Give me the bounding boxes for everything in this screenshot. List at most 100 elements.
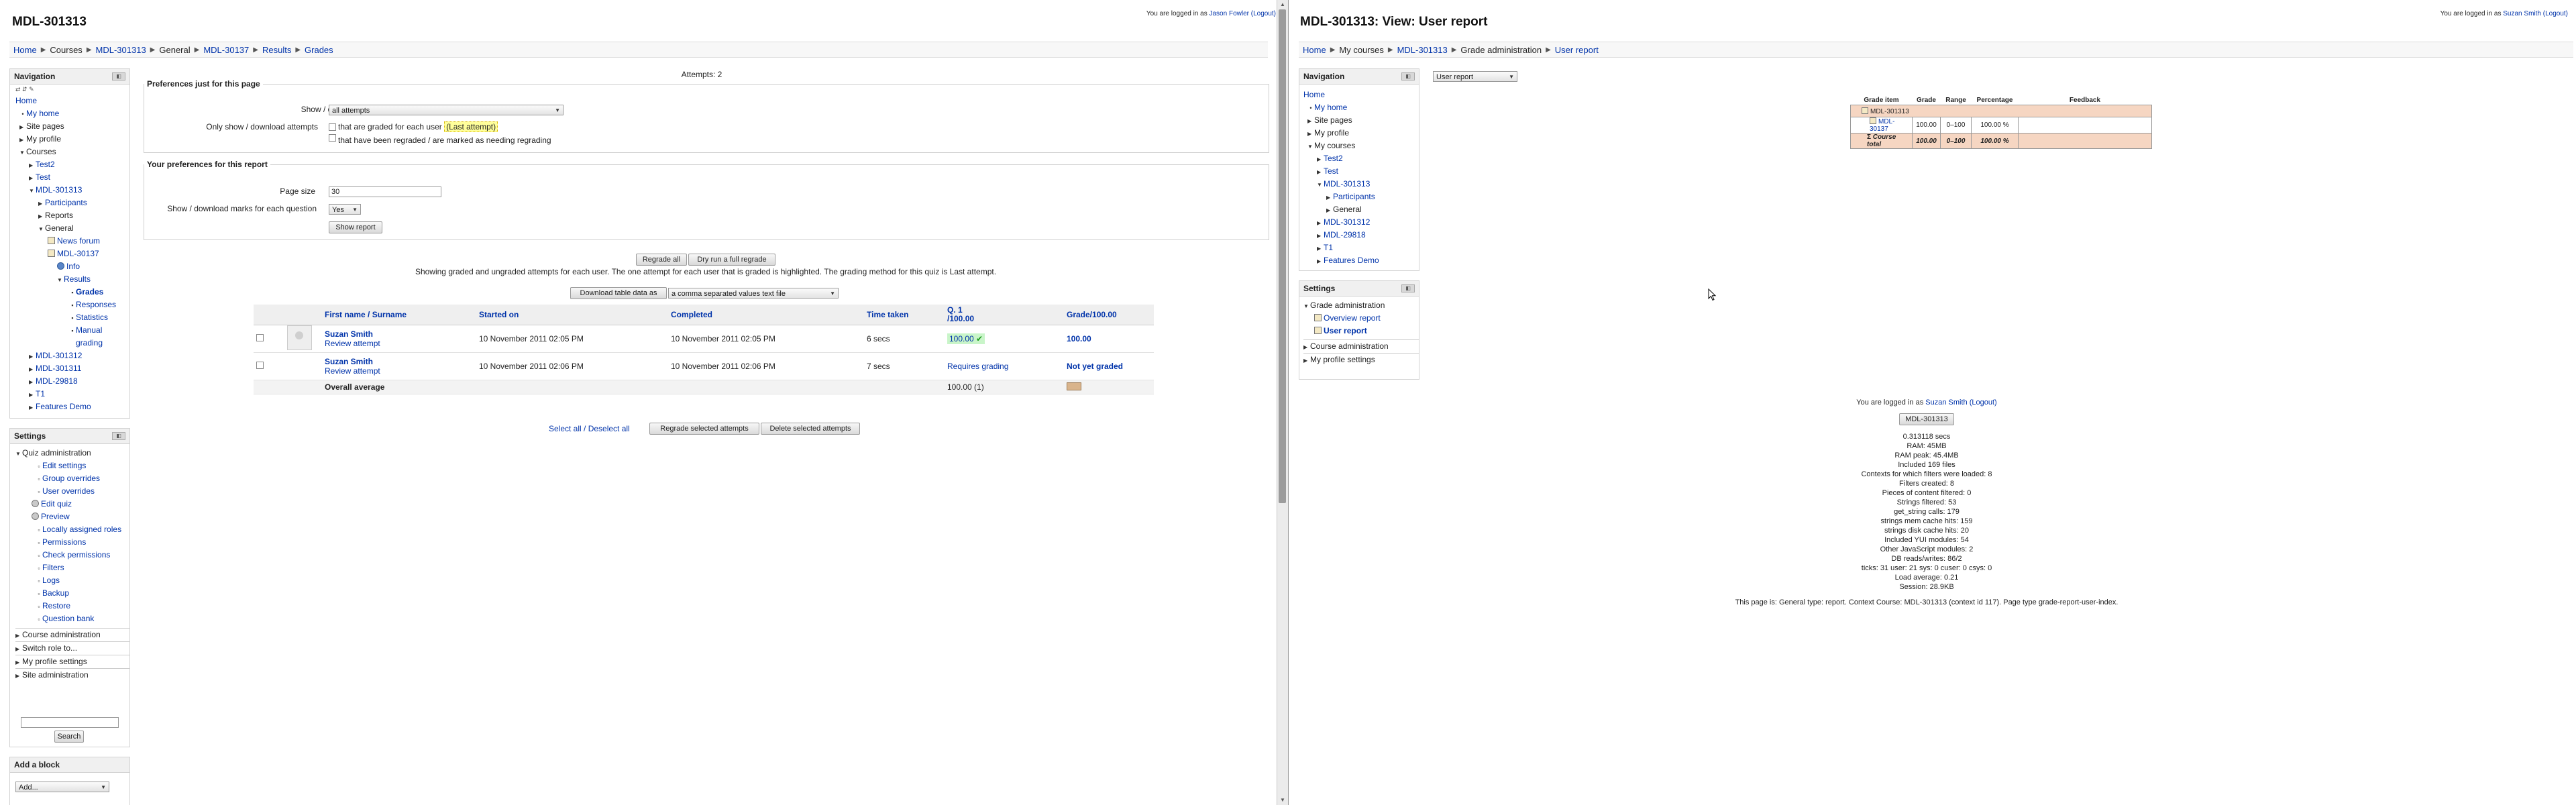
graph-icon[interactable] [1067, 382, 1081, 390]
dock-icon[interactable]: ◧ [112, 72, 125, 80]
scroll-up-icon[interactable]: ▲ [1277, 0, 1288, 9]
overview-report-link[interactable]: Overview report [1324, 313, 1381, 323]
nav-my-profile[interactable]: My profile [26, 134, 61, 144]
review-attempt-link[interactable]: Review attempt [325, 339, 380, 348]
nav-home[interactable]: Home [15, 96, 37, 105]
expand-icon[interactable]: ▶ [38, 197, 45, 210]
nav-mdl-301312[interactable]: MDL-301312 [1324, 217, 1370, 227]
nav-general[interactable]: General [1333, 205, 1362, 214]
crumb-quiz[interactable]: MDL-30137 [203, 45, 249, 55]
expand-icon[interactable]: ▶ [1317, 153, 1324, 166]
expand-icon[interactable]: ▶ [19, 133, 26, 146]
settings-logs[interactable]: Logs [42, 576, 60, 585]
nav-mdl-301311[interactable]: MDL-301311 [36, 364, 81, 373]
expand-icon[interactable]: ▶ [29, 159, 36, 172]
delete-selected-button[interactable]: Delete selected attempts [761, 423, 860, 435]
settings-edit-settings[interactable]: Edit settings [42, 461, 86, 470]
expand-icon[interactable]: ▶ [15, 643, 22, 655]
regraded-checkbox[interactable] [329, 134, 336, 142]
course-administration[interactable]: Course administration [1310, 341, 1389, 351]
settings-restore[interactable]: Restore [42, 601, 70, 610]
user-link[interactable]: Suzan Smith [2503, 10, 2541, 17]
collapse-icon[interactable]: ▼ [29, 184, 36, 197]
nav-my-home[interactable]: My home [26, 109, 59, 118]
collapse-icon[interactable]: ▼ [1303, 300, 1310, 313]
crumb-home[interactable]: Home [13, 45, 37, 55]
scroll-thumb[interactable] [1279, 9, 1286, 503]
expand-icon[interactable]: ▶ [29, 363, 36, 376]
student-name-link[interactable]: Suzan Smith [325, 357, 373, 366]
nav-features-demo[interactable]: Features Demo [1324, 256, 1379, 265]
crumb-user-report[interactable]: User report [1555, 45, 1599, 55]
block-controls-icons[interactable]: ⇄ ⇵ ✎ [10, 85, 129, 95]
nav-home[interactable]: Home [1303, 90, 1325, 99]
nav-features-demo[interactable]: Features Demo [36, 402, 91, 411]
download-button[interactable]: Download table data as [570, 287, 667, 299]
nav-news-forum[interactable]: News forum [57, 236, 100, 246]
collapse-icon[interactable]: ▼ [38, 223, 45, 235]
nav-my-home[interactable]: My home [1314, 103, 1347, 112]
dock-icon[interactable]: ◧ [112, 432, 125, 440]
col-time[interactable]: Time taken [867, 310, 908, 319]
crumb-course[interactable]: MDL-301313 [1397, 45, 1448, 55]
col-completed[interactable]: Completed [671, 310, 712, 319]
site-administration[interactable]: Site administration [22, 670, 89, 680]
settings-backup[interactable]: Backup [42, 588, 69, 598]
nav-my-profile[interactable]: My profile [1314, 128, 1349, 138]
expand-icon[interactable]: ▶ [29, 388, 36, 401]
expand-icon[interactable]: ▶ [1317, 166, 1324, 178]
footer-logout-link[interactable]: (Logout) [1970, 398, 1997, 407]
dock-icon[interactable]: ◧ [1401, 284, 1415, 292]
nav-mdl-30137[interactable]: MDL-30137 [57, 249, 99, 258]
expand-icon[interactable]: ▶ [15, 669, 22, 682]
collapse-icon[interactable]: ▼ [15, 447, 22, 460]
settings-group-overrides[interactable]: Group overrides [42, 474, 100, 483]
report-type-select[interactable]: User report ▼ [1433, 71, 1517, 82]
expand-icon[interactable]: ▶ [1303, 341, 1310, 354]
collapse-icon[interactable]: ▼ [57, 274, 64, 286]
my-profile-settings[interactable]: My profile settings [22, 657, 87, 666]
settings-user-overrides[interactable]: User overrides [42, 486, 95, 496]
user-link[interactable]: Jason Fowler [1210, 10, 1249, 17]
nav-test[interactable]: Test [1324, 166, 1338, 176]
select-all-link[interactable]: Select all / Deselect all [549, 424, 630, 433]
switch-role[interactable]: Switch role to... [22, 643, 77, 653]
col-started[interactable]: Started on [479, 310, 519, 319]
crumb-results[interactable]: Results [262, 45, 291, 55]
collapse-icon[interactable]: ▼ [1317, 178, 1324, 191]
download-format-select[interactable]: a comma separated values text file ▼ [668, 288, 839, 299]
show-report-button[interactable]: Show report [329, 221, 382, 233]
nav-responses[interactable]: Responses [76, 300, 116, 309]
nav-test[interactable]: Test [36, 172, 50, 182]
expand-icon[interactable]: ▶ [15, 629, 22, 642]
quiz-administration[interactable]: Quiz administration [22, 448, 91, 458]
expand-icon[interactable]: ▶ [29, 376, 36, 388]
footer-course-button[interactable]: MDL-301313 [1899, 413, 1954, 425]
q1-mark-link[interactable]: 100.00 ✔ [947, 333, 985, 344]
user-report-link[interactable]: User report [1324, 326, 1367, 335]
admin-search-button[interactable]: Search [54, 731, 84, 743]
col-name[interactable]: First name / Surname [325, 310, 407, 319]
expand-icon[interactable]: ▶ [1326, 204, 1333, 217]
dry-run-button[interactable]: Dry run a full regrade [688, 254, 775, 266]
regrade-selected-button[interactable]: Regrade selected attempts [649, 423, 759, 435]
expand-icon[interactable]: ▶ [1326, 191, 1333, 204]
graded-only-checkbox[interactable] [329, 123, 336, 131]
expand-icon[interactable]: ▶ [29, 172, 36, 184]
settings-filters[interactable]: Filters [42, 563, 64, 572]
logout-link[interactable]: (Logout) [2543, 10, 2568, 17]
nav-info[interactable]: Info [66, 262, 80, 271]
collapse-icon[interactable]: ▼ [1307, 140, 1314, 153]
col-q1[interactable]: Q. 1 [947, 305, 963, 315]
add-block-select[interactable]: Add... ▼ [15, 782, 109, 792]
nav-statistics[interactable]: Statistics [76, 313, 108, 322]
expand-icon[interactable]: ▶ [1307, 127, 1314, 140]
nav-grades[interactable]: Grades [76, 287, 103, 297]
settings-preview[interactable]: Preview [41, 512, 70, 521]
nav-courses[interactable]: Courses [26, 147, 56, 156]
nav-test2[interactable]: Test2 [36, 160, 55, 169]
show-download-select[interactable]: all attempts ▼ [329, 105, 564, 115]
expand-icon[interactable]: ▶ [29, 401, 36, 414]
course-administration[interactable]: Course administration [22, 630, 101, 639]
nav-mdl-29818[interactable]: MDL-29818 [1324, 230, 1366, 239]
